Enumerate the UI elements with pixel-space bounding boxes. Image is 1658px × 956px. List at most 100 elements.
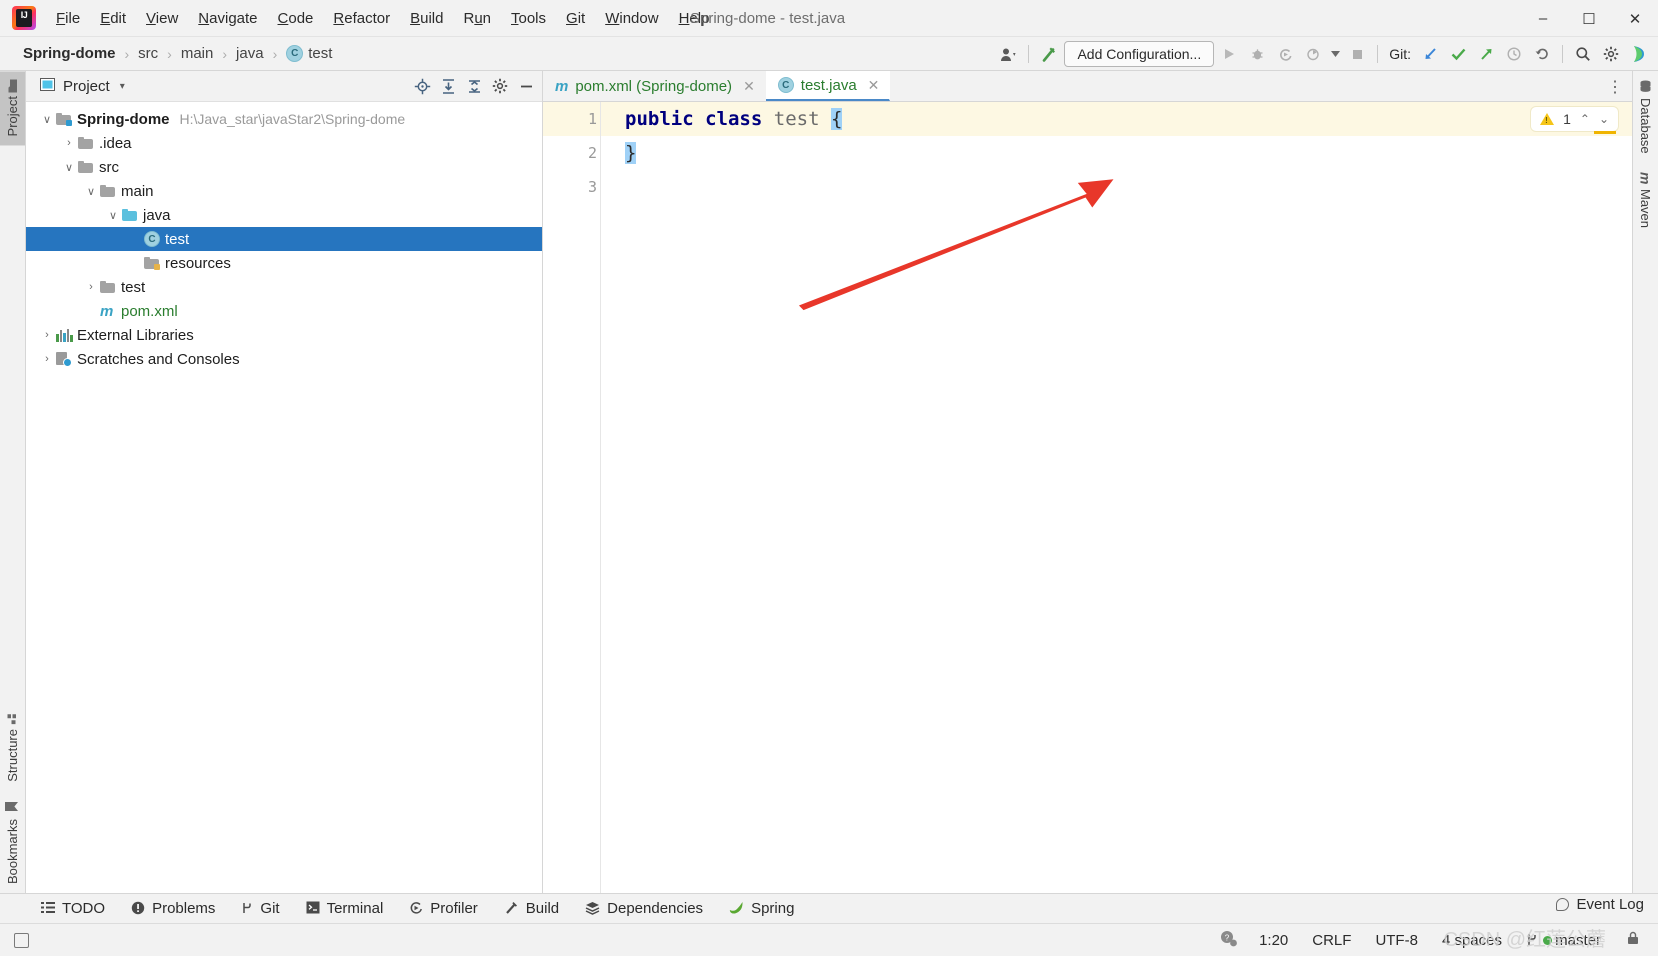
tree-node-java[interactable]: ∨ java: [26, 203, 542, 227]
tree-node-external-libraries[interactable]: › External Libraries: [26, 323, 542, 347]
tree-node--idea[interactable]: › .idea: [26, 131, 542, 155]
run-icon[interactable]: [1216, 41, 1242, 67]
caret-position[interactable]: 1:20: [1256, 930, 1291, 951]
bottom-tool-dependencies[interactable]: Dependencies: [572, 897, 716, 920]
editor-tab-pom-xml-spring-dome-[interactable]: m pom.xml (Spring-dome) ✕: [543, 71, 766, 101]
git-branch-widget[interactable]: master: [1523, 930, 1604, 951]
chevron-down-icon[interactable]: ∨: [82, 185, 100, 198]
git-update-icon[interactable]: [1417, 41, 1443, 67]
menu-item-navigate[interactable]: Navigate: [188, 6, 267, 31]
close-tab-icon[interactable]: ✕: [739, 78, 755, 95]
tree-node-test[interactable]: › test: [26, 275, 542, 299]
chevron-down-icon[interactable]: [1328, 41, 1342, 67]
breadcrumb-segment-test[interactable]: Ctest: [281, 43, 337, 64]
build-hammer-icon[interactable]: [1036, 41, 1062, 67]
event-log-button[interactable]: Event Log: [1556, 896, 1644, 913]
sidebar-item-structure[interactable]: Structure: [0, 704, 25, 791]
project-tree[interactable]: ∨ Spring-dome H:\Java_star\javaStar2\Sprin…: [26, 102, 542, 893]
help-icon[interactable]: ?: [1219, 930, 1238, 951]
ide-assistant-icon[interactable]: [1626, 41, 1652, 67]
chevron-right-icon[interactable]: ›: [38, 353, 56, 365]
menu-item-refactor[interactable]: Refactor: [323, 6, 400, 31]
inspection-widget[interactable]: 1 ⌃ ⌄: [1531, 107, 1618, 131]
maximize-button[interactable]: ☐: [1566, 0, 1612, 37]
editor-viewport[interactable]: 1 2 3 public class test {} 1 ⌃ ⌄: [543, 102, 1632, 893]
debug-icon[interactable]: [1244, 41, 1270, 67]
chevron-right-icon[interactable]: ›: [60, 137, 78, 149]
chevron-down-icon[interactable]: ∨: [104, 209, 122, 222]
settings-gear-icon[interactable]: [488, 74, 512, 98]
tree-node-src[interactable]: ∨ src: [26, 155, 542, 179]
git-rollback-icon[interactable]: [1529, 41, 1555, 67]
run-with-coverage-icon[interactable]: [1272, 41, 1298, 67]
breadcrumb-segment-main[interactable]: main: [176, 43, 219, 64]
menu-item-view[interactable]: View: [136, 6, 188, 31]
menu-item-git[interactable]: Git: [556, 6, 595, 31]
menu-item-window[interactable]: Window: [595, 6, 668, 31]
tree-node-pom-xml[interactable]: ›mpom.xml: [26, 299, 542, 323]
menu-item-run[interactable]: Run: [453, 6, 501, 31]
bottom-tool-problems[interactable]: Problems: [118, 897, 228, 920]
search-everywhere-icon[interactable]: [1570, 41, 1596, 67]
user-avatar-icon[interactable]: [995, 41, 1021, 67]
chevron-down-icon[interactable]: ∨: [60, 161, 78, 174]
line-separator[interactable]: CRLF: [1309, 930, 1354, 951]
sidebar-item-bookmarks[interactable]: Bookmarks: [0, 791, 25, 893]
breadcrumb-segment-java[interactable]: java: [231, 43, 269, 64]
previous-problem-icon[interactable]: ⌃: [1580, 112, 1590, 126]
editor-code[interactable]: public class test {}: [615, 102, 1632, 893]
menu-item-file[interactable]: File: [46, 6, 90, 31]
code-line[interactable]: [615, 170, 1632, 204]
indent-setting[interactable]: 4 spaces: [1439, 930, 1505, 951]
settings-gear-icon[interactable]: [1598, 41, 1624, 67]
bottom-tool-build[interactable]: Build: [491, 897, 572, 920]
editor-tabs-more-icon[interactable]: ⋮: [1607, 71, 1624, 102]
memory-indicator-icon[interactable]: [14, 932, 29, 948]
close-tab-icon[interactable]: ✕: [864, 77, 880, 94]
menu-item-code[interactable]: Code: [268, 6, 324, 31]
code-line[interactable]: public class test {: [615, 102, 1632, 136]
menu-item-edit[interactable]: Edit: [90, 6, 136, 31]
bottom-tool-terminal[interactable]: Terminal: [293, 897, 397, 920]
chevron-right-icon[interactable]: ›: [38, 329, 56, 341]
git-commit-icon[interactable]: [1445, 41, 1471, 67]
chevron-right-icon[interactable]: ›: [82, 281, 100, 293]
code-line[interactable]: }: [615, 136, 1632, 170]
tree-node-label: test: [121, 278, 146, 296]
tree-node-spring-dome[interactable]: ∨ Spring-dome H:\Java_star\javaStar2\Sprin…: [26, 107, 542, 131]
add-configuration-button[interactable]: Add Configuration...: [1064, 41, 1215, 67]
git-push-icon[interactable]: [1473, 41, 1499, 67]
chevron-down-icon[interactable]: ∨: [38, 113, 56, 126]
branch-status-dot: [1543, 935, 1553, 945]
sidebar-item-database[interactable]: Database: [1633, 71, 1658, 163]
git-history-icon[interactable]: [1501, 41, 1527, 67]
menu-item-tools[interactable]: Tools: [501, 6, 556, 31]
locate-icon[interactable]: [410, 74, 434, 98]
stop-icon[interactable]: [1344, 41, 1370, 67]
expand-all-icon[interactable]: [436, 74, 460, 98]
editor-tab-test-java[interactable]: Ctest.java ✕: [765, 71, 891, 101]
bottom-tool-spring[interactable]: Spring: [716, 897, 807, 920]
breadcrumb-segment-spring-dome[interactable]: Spring-dome: [18, 43, 121, 64]
menu-item-build[interactable]: Build: [400, 6, 453, 31]
file-encoding[interactable]: UTF-8: [1372, 930, 1421, 951]
tree-node-main[interactable]: ∨ main: [26, 179, 542, 203]
profile-icon[interactable]: [1300, 41, 1326, 67]
breadcrumb-segment-src[interactable]: src: [133, 43, 163, 64]
chevron-down-icon[interactable]: ▾: [120, 81, 125, 92]
tree-node-resources[interactable]: ›resources: [26, 251, 542, 275]
editor-gutter[interactable]: 1 2 3: [543, 102, 615, 893]
close-button[interactable]: ✕: [1612, 0, 1658, 37]
hide-icon[interactable]: [514, 74, 538, 98]
sidebar-item-maven[interactable]: m Maven: [1633, 163, 1658, 237]
next-problem-icon[interactable]: ⌄: [1599, 112, 1609, 126]
bottom-tool-git[interactable]: Git: [228, 897, 292, 920]
read-only-lock-icon[interactable]: [1622, 928, 1644, 952]
tree-node-test[interactable]: ›Ctest: [26, 227, 542, 251]
sidebar-item-project[interactable]: Project: [0, 71, 25, 146]
bottom-tool-profiler[interactable]: Profiler: [396, 897, 491, 920]
bottom-tool-todo[interactable]: TODO: [28, 897, 118, 920]
collapse-all-icon[interactable]: [462, 74, 486, 98]
minimize-button[interactable]: –: [1520, 0, 1566, 37]
tree-node-scratches-and-consoles[interactable]: › Scratches and Consoles: [26, 347, 542, 371]
